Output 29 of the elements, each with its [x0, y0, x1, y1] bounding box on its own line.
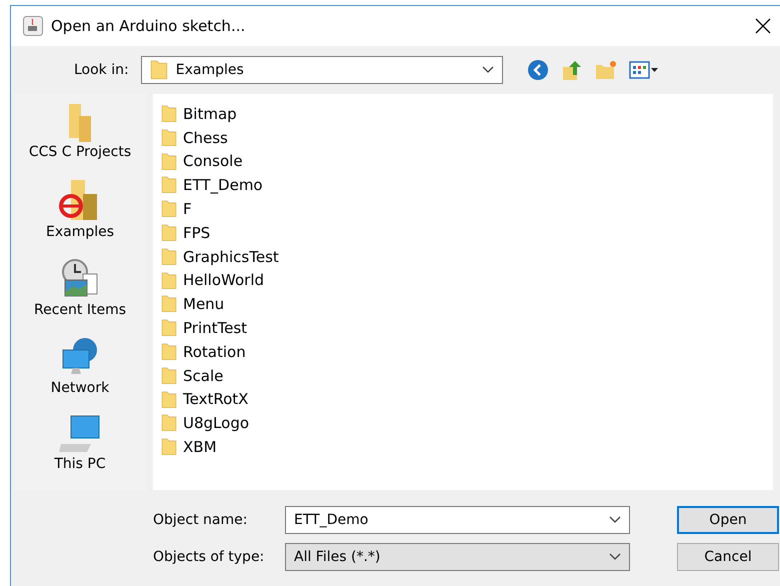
object-type-label: Objects of type: [153, 549, 266, 565]
look-in-dropdown[interactable]: Examples [140, 56, 503, 84]
sidebar-item[interactable]: Recent Items [16, 256, 144, 320]
folder-name[interactable]: Menu [183, 295, 224, 314]
folder-name[interactable]: FPS [183, 224, 210, 242]
folder-name[interactable]: Scale [183, 366, 224, 385]
sidebar-item[interactable]: This PC [16, 412, 144, 474]
sidebar-item[interactable]: Network [16, 334, 144, 398]
sidebar-item[interactable]: Examples [16, 176, 144, 242]
folder-name[interactable]: Chess [183, 128, 228, 147]
object-type-dropdown[interactable]: All Files (*.*) [285, 543, 630, 571]
folder-name[interactable]: F [183, 200, 192, 218]
folder-name[interactable]: GraphicsTest [183, 248, 279, 266]
folder-name[interactable]: Console [183, 152, 243, 170]
object-name-field[interactable]: ETT_Demo [285, 506, 630, 534]
window-title: Open an Arduino sketch... [51, 17, 246, 35]
open-button[interactable]: Open [677, 506, 779, 534]
cancel-button[interactable]: Cancel [677, 543, 779, 571]
folder-name[interactable]: Bitmap [183, 104, 237, 123]
folder-name[interactable]: HelloWorld [183, 271, 264, 290]
folder-name[interactable]: U8gLogo [183, 414, 250, 432]
folder-name[interactable]: XBM [183, 438, 217, 456]
folder-name[interactable]: TextRotX [183, 390, 248, 408]
look-in-label: Look in: [74, 62, 129, 78]
folder-name[interactable]: Rotation [183, 342, 246, 361]
object-name-label: Object name: [153, 512, 248, 528]
folder-name[interactable]: ETT_Demo [183, 176, 263, 194]
folder-name[interactable]: PrintTest [183, 319, 248, 338]
sidebar-item[interactable]: CCS C Projects [16, 100, 144, 162]
